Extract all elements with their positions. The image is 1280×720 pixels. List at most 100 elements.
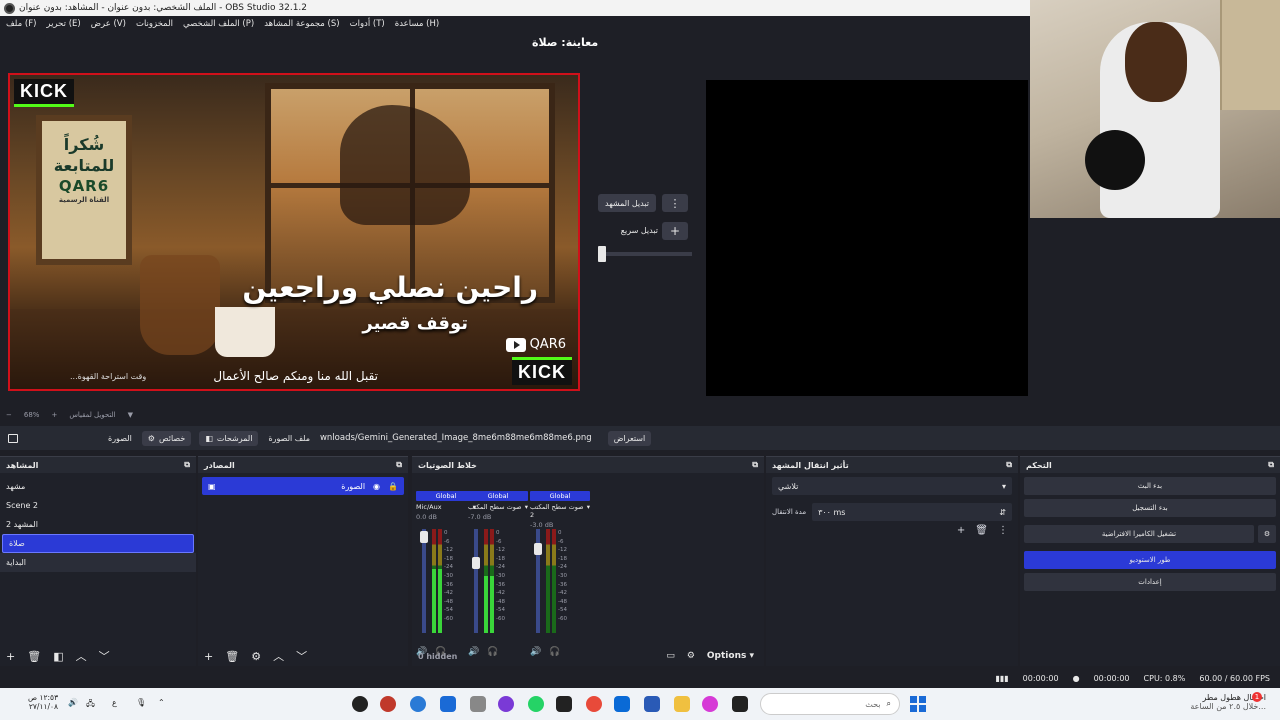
lock-icon[interactable]: 🔒 [388,482,398,491]
remove-source-icon[interactable]: 🗑 [225,650,239,663]
move-up-icon[interactable]: ︿ [76,648,87,664]
app-taskbar-icon[interactable] [556,696,572,712]
app-taskbar-icon[interactable] [470,696,486,712]
terminal-taskbar-icon[interactable] [732,696,748,712]
advanced-audio-icon[interactable]: ⚙ [687,651,695,661]
volume-knob[interactable] [472,557,480,569]
channel-name-select[interactable]: Mic/Aux ▾ [416,503,476,511]
scene-transition-button[interactable]: تبديل المشهد [598,194,656,212]
clock[interactable]: ١٢:٥٣ ص ٢٧/١١/٠٨ [28,693,58,711]
menu-file[interactable]: ملف (F) [6,19,36,29]
scene-item[interactable]: Scene 2 [0,496,196,515]
obs-taskbar-icon[interactable] [352,696,368,712]
network-tray-icon[interactable]: 🖧 [86,698,95,712]
visibility-eye-icon[interactable]: ◉ [373,482,380,491]
copilot-taskbar-icon[interactable] [702,696,718,712]
chrome-taskbar-icon[interactable] [586,696,602,712]
tbar-slider[interactable] [600,252,692,256]
volume-slider-track[interactable] [474,529,478,633]
edge-taskbar-icon[interactable] [410,696,426,712]
level-bar [432,569,436,633]
remove-scene-icon[interactable]: 🗑 [27,650,41,663]
transition-select[interactable]: تلاشي ▾ [772,477,1012,495]
mixer-layout-icon[interactable]: ▭ [666,651,675,661]
scene-item[interactable]: البداية [0,553,196,572]
volume-meter[interactable]: 0 -6 -12 -18 -24 -30 -36 -42 -48 -54 -60 [468,529,528,633]
taskbar-search[interactable]: بحث ⌕ [760,693,900,715]
dock-menu-icon[interactable]: ⧉ [752,460,758,470]
outlook-taskbar-icon[interactable] [614,696,630,712]
remove-transition-icon[interactable]: 🗑 [975,525,988,536]
virtual-camera-settings-icon[interactable]: ⚙ [1258,525,1276,543]
move-up-icon[interactable]: ︿ [273,648,284,664]
dock-menu-icon[interactable]: ⧉ [184,460,190,470]
volume-meter[interactable]: 0 -6 -12 -18 -24 -30 -36 -42 -48 -54 -60 [530,529,590,633]
scene-item[interactable]: المشهد 2 [0,515,196,534]
zoom-dropdown-icon[interactable]: ▼ [128,411,133,419]
browse-button[interactable]: استعراض [607,430,652,446]
store-taskbar-icon[interactable] [440,696,456,712]
menu-profile[interactable]: الملف الشخصي (P) [183,19,254,29]
add-quick-transition-icon[interactable]: + [662,222,688,240]
app-taskbar-icon[interactable] [380,696,396,712]
scene-item[interactable]: مشهد [0,477,196,496]
menu-docks[interactable]: المخزونات [136,19,173,29]
menu-help[interactable]: مساعدة (H) [395,19,439,29]
menu-scene-collection[interactable]: مجموعة المشاهد (S) [264,19,339,29]
add-source-icon[interactable]: + [204,650,213,663]
source-properties-icon[interactable]: ⚙ [251,650,261,663]
transition-menu-icon[interactable]: ⋮ [662,194,688,212]
menu-view[interactable]: عرض (V) [91,19,126,29]
move-down-icon[interactable]: ﹀ [99,648,110,664]
add-transition-icon[interactable]: + [957,525,965,536]
discord-taskbar-icon[interactable] [498,696,514,712]
whatsapp-taskbar-icon[interactable] [528,696,544,712]
filters-button[interactable]: ◧ المرشحات [199,430,259,446]
cpu-usage: CPU: 0.8% [1143,673,1186,683]
duration-input[interactable]: ٣٠٠ ms ⇵ [812,503,1012,521]
youtube-icon [505,337,526,352]
db-scale: 0 -6 -12 -18 -24 -30 -36 -42 -48 -54 -60 [558,529,567,624]
scene-filters-icon[interactable]: ◧ [53,650,63,663]
dock-menu-icon[interactable]: ⧉ [396,460,402,470]
zoom-bar: − 68% + التحويل لمقياس ▼ [0,408,700,422]
start-virtual-camera-button[interactable]: تشغيل الكاميرا الافتراضية [1024,525,1254,543]
add-scene-icon[interactable]: + [6,650,15,663]
zoom-out-icon[interactable]: − [6,411,12,419]
channel-name-select[interactable]: صوت سطح المكتب 2 ▾ [530,503,590,519]
source-item[interactable]: ▣ الصورة ◉ 🔒 [202,477,404,495]
volume-meter[interactable]: 0 -6 -12 -18 -24 -30 -36 -42 -48 -54 -60 [416,529,476,633]
start-streaming-button[interactable]: بدء البث [1024,477,1276,495]
start-recording-button[interactable]: بدء التسجيل [1024,499,1276,517]
transition-more-icon[interactable]: ⋮ [998,525,1008,536]
app-taskbar-icon[interactable] [644,696,660,712]
windows-start-icon[interactable] [910,696,926,712]
mic-tray-icon[interactable]: 🎙 [136,698,146,707]
tray-overflow-icon[interactable]: ⌃ [158,698,165,707]
settings-button[interactable]: إعدادات [1024,573,1276,591]
dock-menu-icon[interactable]: ⧉ [1006,460,1012,470]
dock-menu-icon[interactable]: ⧉ [1268,460,1274,470]
volume-knob[interactable] [420,531,428,543]
volume-icon[interactable]: 🔊 [68,698,78,707]
options-button[interactable]: Options ▾ [707,651,754,661]
studio-mode-button[interactable]: طور الاستوديو [1024,551,1276,569]
tbar-handle[interactable] [598,246,606,262]
preview-canvas[interactable]: شُكراً للمتابعة QAR6 القناة الرسمية KICK… [8,73,580,391]
properties-button[interactable]: ⚙ خصائص [141,430,192,446]
move-down-icon[interactable]: ﹀ [296,648,307,664]
sources-toolbar: + 🗑 ⚙ ︿ ﹀ [198,646,408,666]
channel-name-select[interactable]: صوت سطح المكتب ▾ [468,503,528,511]
volume-knob[interactable] [534,543,542,555]
image-file-path[interactable]: wnloads/Gemini_Generated_Image_8me6m88me… [320,433,592,443]
db-tick-label: -30 [444,572,453,579]
scene-item-selected[interactable]: صلاة [2,534,194,553]
volume-slider-track[interactable] [422,529,426,633]
folder-taskbar-icon[interactable] [674,696,690,712]
mixer-channel: Global Mic/Aux ▾ 0.0 dB 0 -6 -12 -18 -24 -30 -36 -4… [416,491,476,667]
zoom-in-icon[interactable]: + [51,411,57,419]
language-indicator[interactable]: ع [112,698,117,707]
menu-tools[interactable]: أدوات (T) [350,19,385,29]
menu-edit[interactable]: تحرير (E) [46,19,80,29]
transitions-body: تلاشي ▾ مدة الانتقال ٣٠٠ ms ⇵ + 🗑 ⋮ [766,473,1018,666]
